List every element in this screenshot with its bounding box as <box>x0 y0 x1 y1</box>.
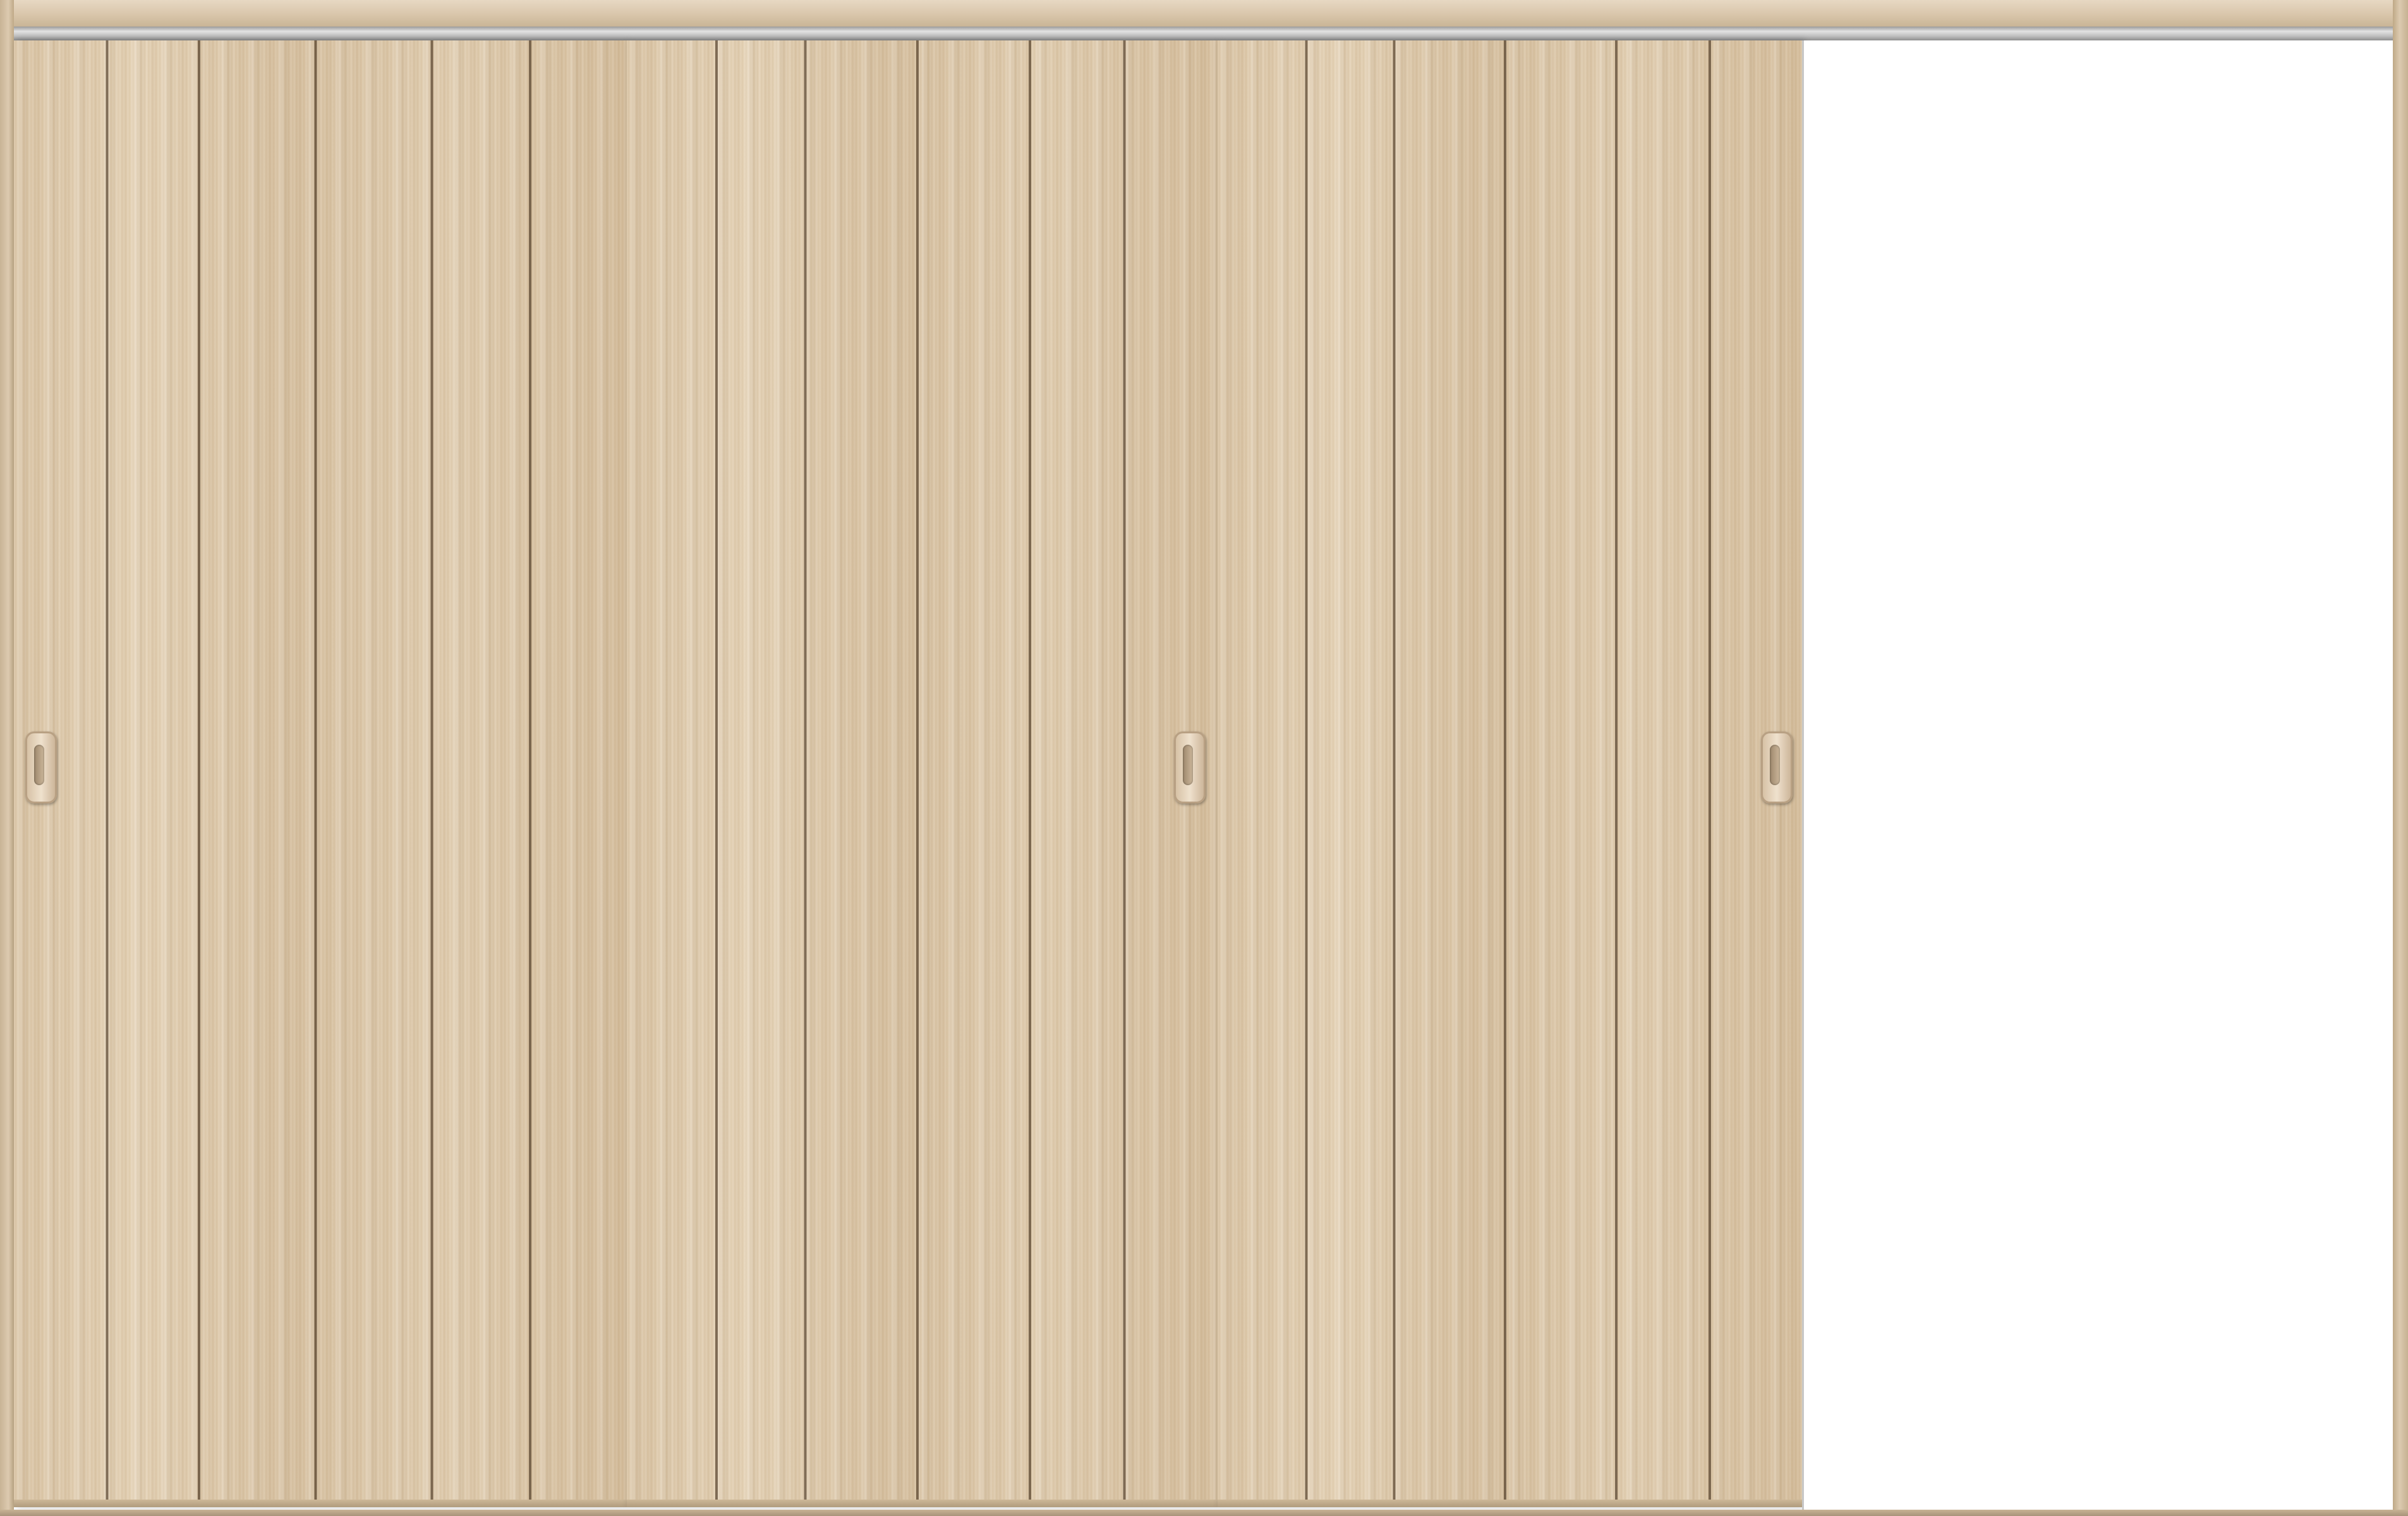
door-handle-icon[interactable] <box>1174 731 1206 803</box>
door-handle-icon[interactable] <box>25 731 57 803</box>
sliding-door-panel-1[interactable] <box>14 40 627 1507</box>
sliding-door-panel-3[interactable] <box>1218 40 1802 1507</box>
door-handle-icon[interactable] <box>1761 731 1793 803</box>
floor-threshold <box>0 1510 2408 1516</box>
sliding-door-panel-2[interactable] <box>627 40 1218 1507</box>
top-frame <box>0 0 2408 28</box>
left-frame <box>0 0 14 1516</box>
top-track-rail <box>13 27 2395 40</box>
right-frame <box>2393 0 2408 1516</box>
open-doorway <box>1802 40 2395 1510</box>
